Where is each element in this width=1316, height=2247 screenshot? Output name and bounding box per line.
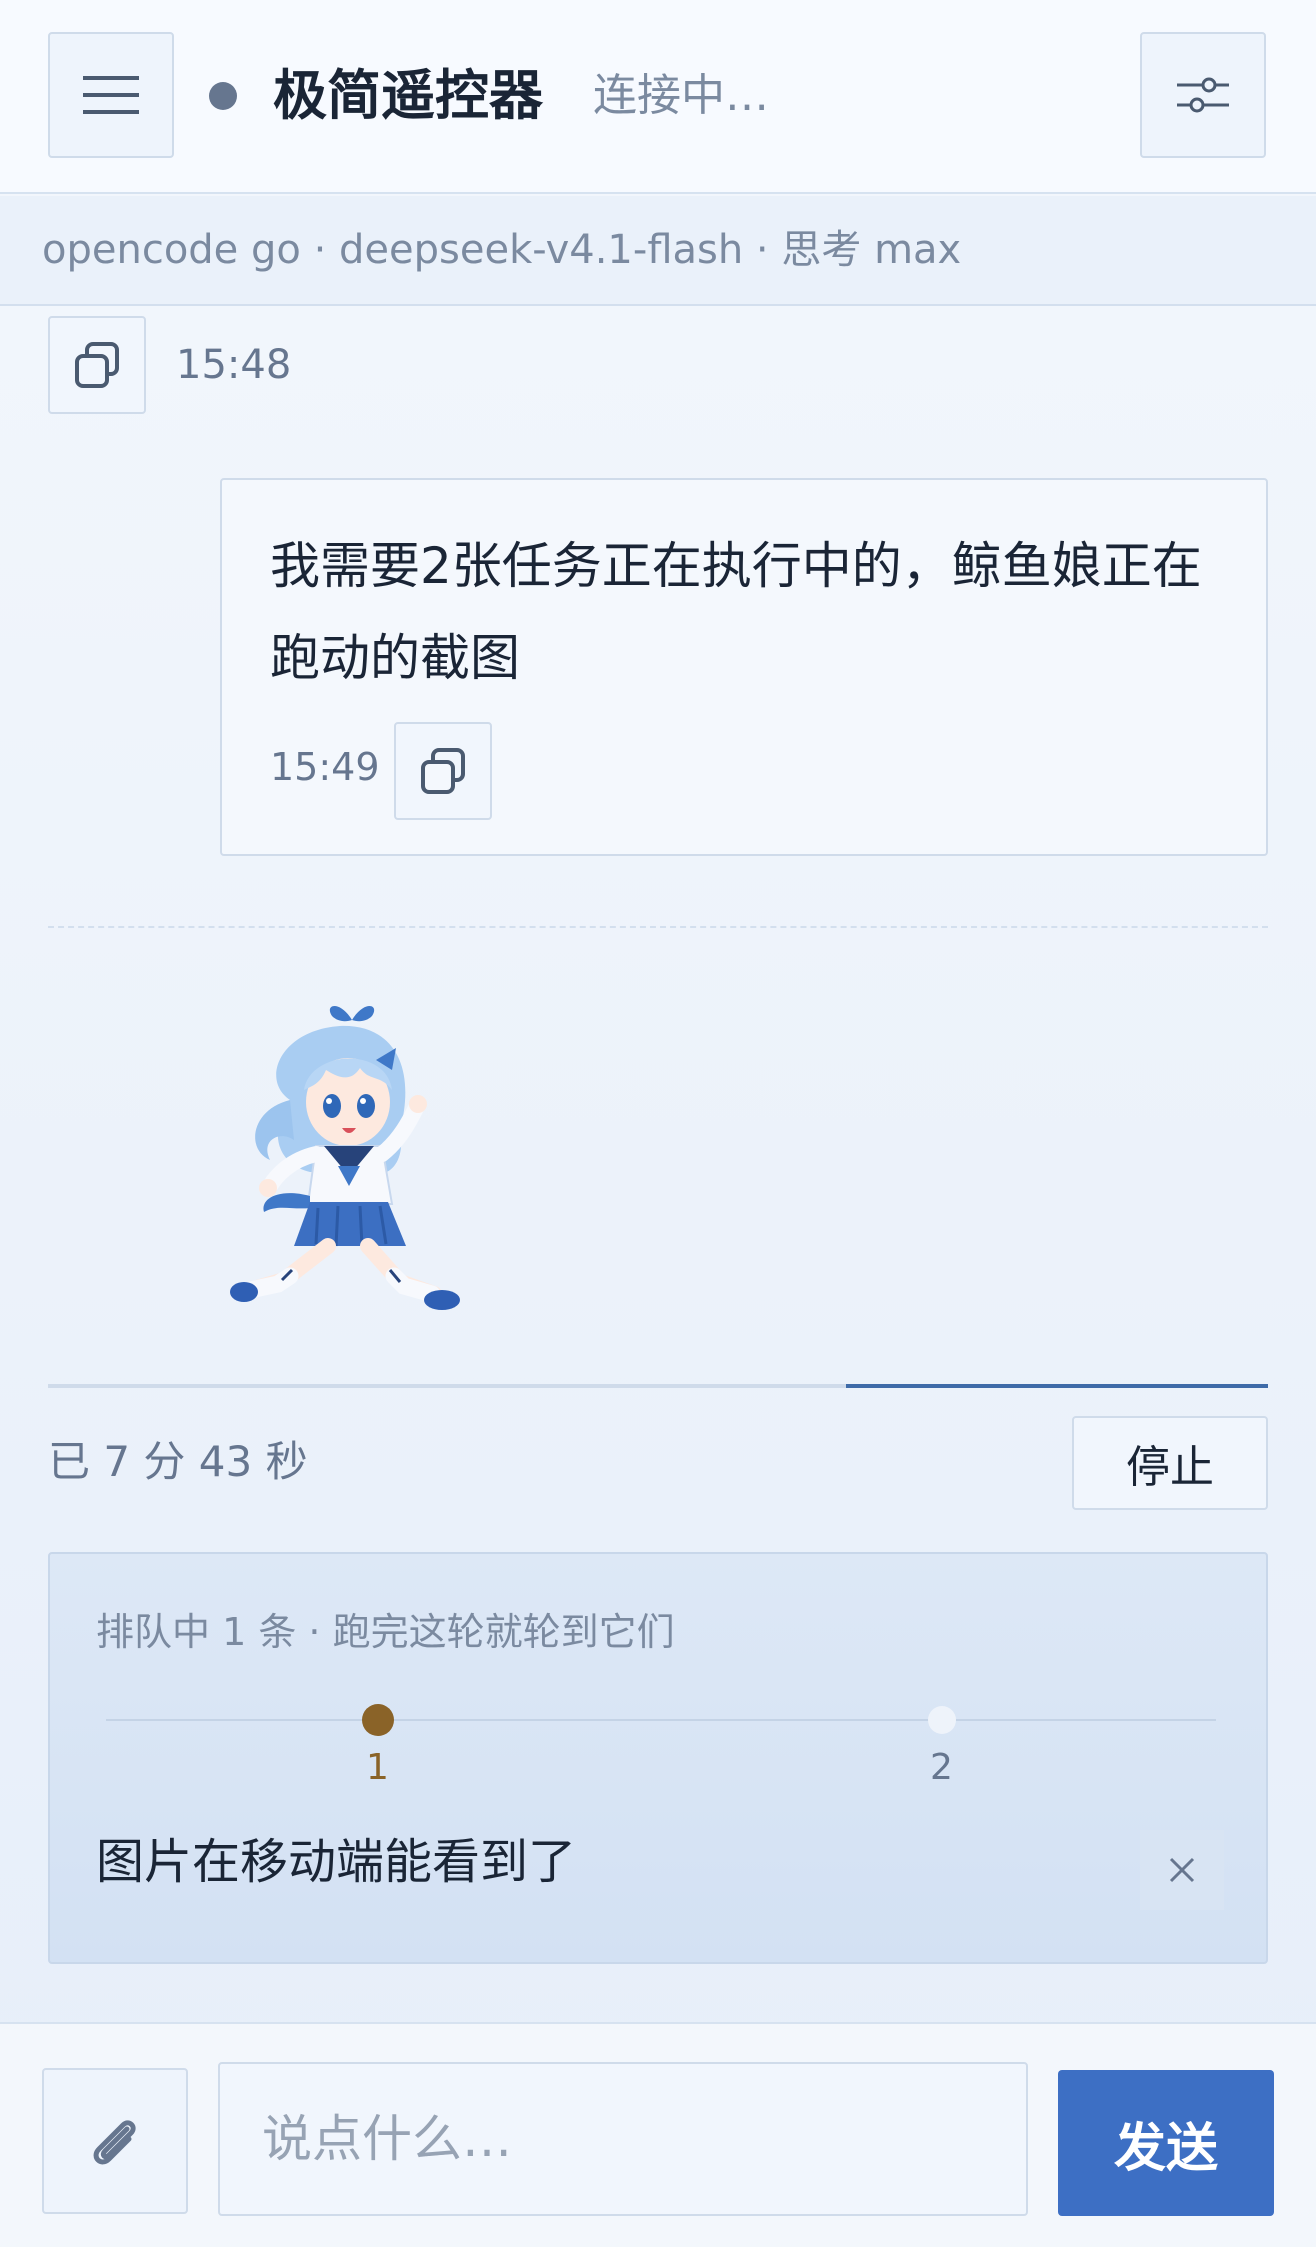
model-info-bar: opencode go · deepseek-v4.1-flash · 思考 m… (0, 196, 1316, 306)
hamburger-menu-icon (83, 76, 139, 114)
app-title: 极简遥控器 (273, 64, 543, 127)
model-info-text: opencode go · deepseek-v4.1-flash · 思考 m… (42, 227, 962, 273)
section-divider (48, 926, 1268, 928)
attach-button[interactable] (42, 2068, 188, 2214)
copy-icon (421, 748, 465, 794)
running-whale-girl-mascot (230, 1006, 460, 1310)
send-button[interactable]: 发送 (1058, 2070, 1274, 2216)
queue-step-1-dot[interactable] (362, 1704, 394, 1736)
queue-stepper-line (106, 1719, 1216, 1721)
queue-panel: 排队中 1 条 · 跑完这轮就轮到它们 1 2 图片在移动端能看到了 (48, 1552, 1268, 1964)
message-timestamp: 15:48 (176, 342, 292, 388)
stop-button[interactable]: 停止 (1072, 1416, 1268, 1510)
queue-step-1-label: 1 (366, 1747, 389, 1788)
paperclip-icon (93, 2120, 136, 2165)
settings-button[interactable] (1140, 32, 1266, 158)
copy-message-button[interactable] (48, 316, 146, 414)
queued-message-text: 图片在移动端能看到了 (96, 1834, 577, 1890)
queue-step-2-label: 2 (930, 1747, 953, 1788)
menu-button[interactable] (48, 32, 174, 158)
sliders-icon (1177, 77, 1229, 113)
queue-header: 排队中 1 条 · 跑完这轮就轮到它们 (96, 1610, 675, 1654)
copy-icon (75, 342, 119, 388)
message-text: 我需要2张任务正在执行中的，鲸鱼娘正在跑动的截图 (270, 537, 1202, 687)
elapsed-time: 已 7 分 43 秒 (48, 1437, 308, 1486)
composer-bar: 发送 (0, 2022, 1316, 2247)
connection-status-dot (209, 82, 237, 110)
copy-message-button[interactable] (394, 722, 492, 820)
message-timestamp: 15:49 (270, 745, 380, 789)
top-header: 极简遥控器 连接中… (0, 0, 1316, 194)
queue-step-2-dot[interactable] (928, 1706, 956, 1734)
connection-status-text: 连接中… (593, 70, 769, 121)
run-progress-fill (846, 1384, 1268, 1388)
remove-queued-button[interactable] (1140, 1830, 1224, 1910)
message-input[interactable] (218, 2062, 1028, 2216)
close-icon (1169, 1857, 1195, 1883)
user-message-bubble: 我需要2张任务正在执行中的，鲸鱼娘正在跑动的截图 15:49 (220, 478, 1268, 856)
